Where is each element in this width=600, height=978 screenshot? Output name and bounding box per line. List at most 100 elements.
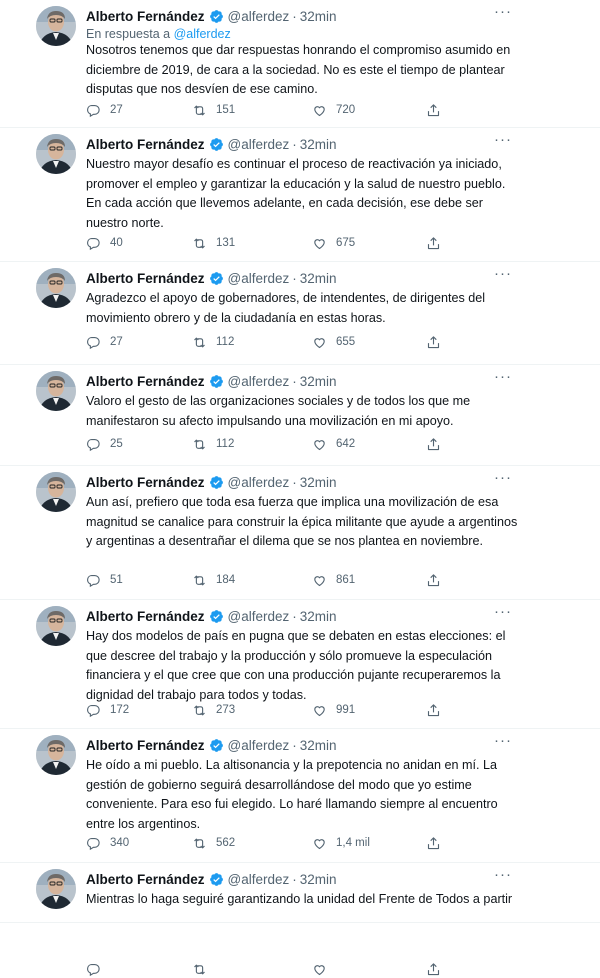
like-button[interactable]: 1,4 mil (312, 834, 370, 852)
tweet-time[interactable]: 32min (300, 738, 337, 753)
like-button[interactable]: 720 (312, 101, 355, 119)
reply-button[interactable]: 51 (86, 571, 123, 589)
more-options-icon[interactable]: ··· (494, 867, 512, 882)
tweet[interactable]: Alberto Fernández @alferdez · 32min ··· V… (0, 365, 600, 466)
like-button[interactable]: 642 (312, 435, 355, 453)
retweet-button[interactable] (192, 960, 216, 978)
avatar[interactable] (36, 6, 76, 46)
retweet-button[interactable]: 273 (192, 701, 235, 719)
reply-button[interactable]: 40 (86, 234, 123, 252)
more-options-icon[interactable]: ··· (494, 733, 512, 748)
share-button[interactable] (426, 234, 450, 252)
reply-button[interactable]: 27 (86, 333, 123, 351)
reply-count: 27 (110, 104, 123, 116)
more-options-icon[interactable]: ··· (494, 4, 512, 19)
retweet-button[interactable]: 151 (192, 101, 235, 119)
more-options-icon[interactable]: ··· (494, 470, 512, 485)
author-name[interactable]: Alberto Fernández (86, 609, 205, 624)
author-handle[interactable]: @alferdez (228, 609, 290, 624)
author-handle[interactable]: @alferdez (228, 137, 290, 152)
tweet-actions (86, 960, 446, 978)
tweet[interactable]: Alberto Fernández @alferdez · 32min ··· A… (0, 262, 600, 365)
retweet-count: 112 (216, 336, 235, 348)
more-options-icon[interactable]: ··· (494, 132, 512, 147)
tweet-actions: 172 273 991 (86, 701, 446, 719)
share-icon (426, 836, 450, 851)
author-handle[interactable]: @alferdez (228, 475, 290, 490)
like-button[interactable]: 991 (312, 701, 355, 719)
author-name[interactable]: Alberto Fernández (86, 738, 205, 753)
reply-button[interactable]: 340 (86, 834, 129, 852)
heart-icon (312, 703, 336, 718)
share-button[interactable] (426, 834, 450, 852)
author-handle[interactable]: @alferdez (228, 872, 290, 887)
author-handle[interactable]: @alferdez (228, 374, 290, 389)
separator-dot: · (292, 474, 297, 490)
verified-badge-icon (209, 475, 224, 490)
tweet-time[interactable]: 32min (300, 609, 337, 624)
avatar[interactable] (36, 134, 76, 174)
tweet[interactable]: Alberto Fernández @alferdez · 32min ··· H… (0, 600, 600, 729)
more-options-icon[interactable]: ··· (494, 604, 512, 619)
reply-icon (86, 962, 110, 977)
retweet-button[interactable]: 112 (192, 435, 234, 453)
verified-badge-icon (209, 738, 224, 753)
tweet-time[interactable]: 32min (300, 271, 337, 286)
author-name[interactable]: Alberto Fernández (86, 9, 205, 24)
more-options-icon[interactable]: ··· (494, 369, 512, 384)
avatar[interactable] (36, 869, 76, 909)
share-icon (426, 335, 450, 350)
author-handle[interactable]: @alferdez (228, 738, 290, 753)
author-name[interactable]: Alberto Fernández (86, 475, 205, 490)
like-button[interactable]: 655 (312, 333, 355, 351)
reply-icon (86, 836, 110, 851)
tweet-time[interactable]: 32min (300, 137, 337, 152)
like-button[interactable]: 675 (312, 234, 355, 252)
reply-icon (86, 437, 110, 452)
share-button[interactable] (426, 571, 450, 589)
share-button[interactable] (426, 435, 450, 453)
tweet-text: Agradezco el apoyo de gobernadores, de i… (86, 291, 486, 325)
tweet[interactable]: Alberto Fernández @alferdez · 32min ··· M… (0, 863, 600, 976)
tweet-time[interactable]: 32min (300, 475, 337, 490)
author-name[interactable]: Alberto Fernández (86, 374, 205, 389)
author-name[interactable]: Alberto Fernández (86, 137, 205, 152)
author-name[interactable]: Alberto Fernández (86, 872, 205, 887)
share-button[interactable] (426, 701, 450, 719)
tweet-time[interactable]: 32min (300, 9, 337, 24)
reply-button[interactable]: 25 (86, 435, 123, 453)
more-options-icon[interactable]: ··· (494, 266, 512, 281)
avatar[interactable] (36, 268, 76, 308)
tweet[interactable]: Alberto Fernández @alferdez · 32min ··· N… (0, 128, 600, 262)
tweet[interactable]: Alberto Fernández @alferdez · 32min ··· … (0, 0, 600, 128)
retweet-count: 562 (216, 837, 236, 849)
author-handle[interactable]: @alferdez (228, 271, 290, 286)
avatar[interactable] (36, 606, 76, 646)
avatar[interactable] (36, 371, 76, 411)
retweet-icon (192, 103, 216, 118)
tweet-time[interactable]: 32min (300, 872, 337, 887)
share-button[interactable] (426, 101, 450, 119)
like-button[interactable]: 861 (312, 571, 355, 589)
share-button[interactable] (426, 333, 450, 351)
reply-button[interactable]: 172 (86, 701, 129, 719)
retweet-button[interactable]: 131 (192, 234, 235, 252)
retweet-button[interactable]: 112 (192, 333, 234, 351)
tweet[interactable]: Alberto Fernández @alferdez · 32min ··· H… (0, 729, 600, 863)
tweet-text: Hay dos modelos de país en pugna que se … (86, 629, 506, 702)
reply-button[interactable]: 27 (86, 101, 123, 119)
retweet-button[interactable]: 184 (192, 571, 235, 589)
tweet-text: Nosotros tenemos que dar respuestas honr… (86, 43, 511, 96)
retweet-count: 184 (216, 574, 236, 586)
avatar[interactable] (36, 472, 76, 512)
share-button[interactable] (426, 960, 450, 978)
tweet-time[interactable]: 32min (300, 374, 337, 389)
avatar[interactable] (36, 735, 76, 775)
reply-button[interactable] (86, 960, 110, 978)
reply-handle-link[interactable]: @alferdez (174, 27, 231, 41)
like-button[interactable] (312, 960, 336, 978)
retweet-button[interactable]: 562 (192, 834, 235, 852)
tweet[interactable]: Alberto Fernández @alferdez · 32min ··· A… (0, 466, 600, 600)
author-name[interactable]: Alberto Fernández (86, 271, 205, 286)
author-handle[interactable]: @alferdez (228, 9, 290, 24)
